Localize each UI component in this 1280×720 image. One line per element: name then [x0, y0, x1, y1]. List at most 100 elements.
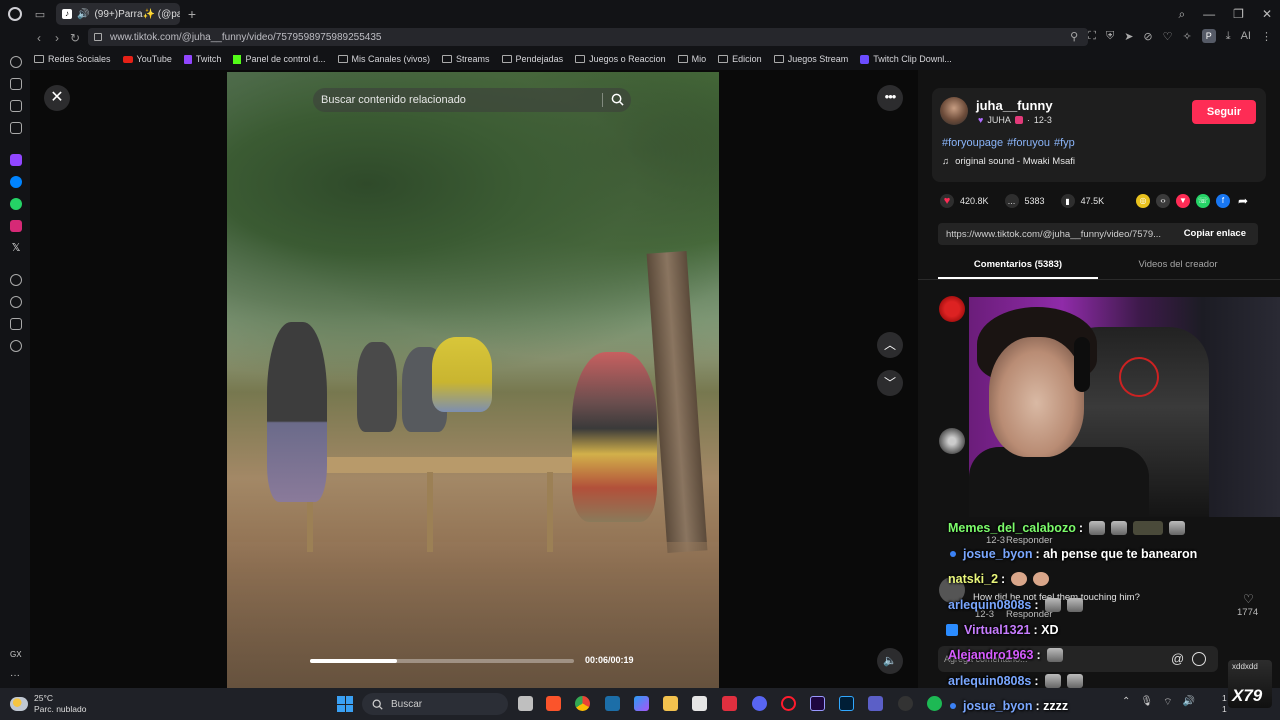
- sound-row[interactable]: ♫ original sound - Mwaki Msafi: [942, 156, 1075, 167]
- facebook-share-icon[interactable]: f: [1216, 194, 1230, 208]
- commenter-avatar[interactable]: [939, 428, 965, 454]
- twitch-sidebar-icon[interactable]: [10, 154, 22, 166]
- next-video-button[interactable]: ﹀: [877, 370, 903, 396]
- comment-icon[interactable]: …: [1004, 194, 1019, 208]
- comment-reply[interactable]: Responder: [1006, 535, 1052, 546]
- hashtag-link[interactable]: #fyp: [1054, 137, 1075, 149]
- bookmark-panel-control[interactable]: Panel de control d...: [233, 54, 326, 64]
- hashtag-link[interactable]: #foryoupage: [942, 137, 1003, 149]
- menu-icon[interactable]: ⋮: [1261, 30, 1272, 43]
- speaker-icon[interactable]: 🔊: [1183, 696, 1195, 709]
- adblock-icon[interactable]: ⊘: [1143, 30, 1152, 43]
- brave-icon[interactable]: [546, 696, 561, 711]
- copilot-icon[interactable]: [634, 696, 649, 711]
- creator-avatar[interactable]: [940, 97, 968, 125]
- store-icon[interactable]: [692, 696, 707, 711]
- bookmark-mis-canales[interactable]: Mis Canales (vivos): [337, 54, 430, 64]
- minimize-icon[interactable]: —: [1203, 7, 1215, 21]
- m-icon[interactable]: [10, 122, 22, 134]
- video-progress-bar[interactable]: [310, 659, 574, 663]
- pin-icon[interactable]: ⚲: [1070, 30, 1078, 43]
- send-icon[interactable]: ➤: [1124, 30, 1133, 43]
- extensions-sidebar-icon[interactable]: [10, 318, 22, 330]
- obs-icon[interactable]: [898, 696, 913, 711]
- embed-icon[interactable]: ‹›: [1156, 194, 1170, 208]
- search-tabs-icon[interactable]: ⌕: [1178, 7, 1185, 22]
- gx-icon[interactable]: GX: [10, 650, 26, 662]
- coin-icon[interactable]: ◎: [1136, 194, 1150, 208]
- gaming-icon[interactable]: [10, 78, 22, 90]
- shield-icon[interactable]: ⛨: [1106, 30, 1114, 43]
- copy-link-button[interactable]: Copiar enlace: [1184, 228, 1246, 239]
- bookmark-mio[interactable]: Mio: [677, 54, 706, 64]
- creator-username[interactable]: juha__funny: [976, 98, 1053, 113]
- chevron-up-icon[interactable]: ⌃: [1122, 696, 1130, 709]
- send-to-friends-icon[interactable]: ▼: [1176, 194, 1190, 208]
- whatsapp-share-icon[interactable]: ☏: [1196, 194, 1210, 208]
- teams-icon[interactable]: [868, 696, 883, 711]
- ai-button[interactable]: AI: [1241, 30, 1251, 42]
- close-video-button[interactable]: ✕: [44, 85, 70, 111]
- app-icon[interactable]: [722, 696, 737, 711]
- x-icon[interactable]: 𝕏: [10, 242, 22, 254]
- download-icon[interactable]: ⤓: [1226, 30, 1231, 43]
- settings-icon[interactable]: [10, 340, 22, 352]
- sidebar-more-icon[interactable]: ···: [10, 670, 22, 682]
- comment-like-icon[interactable]: ♡: [1243, 592, 1254, 606]
- aria-icon[interactable]: [10, 56, 22, 68]
- volume-button[interactable]: 🔈: [877, 648, 903, 674]
- tab-manager-icon[interactable]: ▭: [30, 0, 50, 28]
- vegas-icon[interactable]: [605, 696, 620, 711]
- bookmark-streams[interactable]: Streams: [442, 54, 490, 64]
- bookmark-juegos-stream[interactable]: Juegos Stream: [773, 54, 848, 64]
- video-player[interactable]: [227, 72, 719, 688]
- extensions-icon[interactable]: ✧: [1183, 30, 1192, 43]
- tab-tiktok[interactable]: ♪ 🔊 (99+)Parra✨ (@parra: [56, 3, 180, 25]
- like-icon[interactable]: ♥: [940, 194, 954, 208]
- bookmark-twitch-clip[interactable]: Twitch Clip Downl...: [860, 54, 952, 64]
- reload-icon[interactable]: ↻: [66, 31, 84, 45]
- profile-avatar[interactable]: P: [1201, 29, 1216, 43]
- photoshop-icon[interactable]: [839, 696, 854, 711]
- opera-menu-icon[interactable]: [0, 0, 30, 28]
- taskbar-search[interactable]: Buscar: [362, 693, 508, 715]
- twitter-feed-icon[interactable]: [10, 100, 22, 112]
- bookmark-pendejadas[interactable]: Pendejadas: [501, 54, 563, 64]
- url-field[interactable]: www.tiktok.com/@juha__funny/video/757959…: [88, 28, 1088, 46]
- bookmark-heart-icon[interactable]: ♡: [1163, 30, 1173, 43]
- emoji-icon[interactable]: [1192, 652, 1206, 666]
- more-options-button[interactable]: •••: [877, 85, 903, 111]
- weather-widget[interactable]: 25°C Parc. nublado: [10, 693, 86, 715]
- mic-icon[interactable]: 🎙: [1140, 696, 1153, 709]
- task-view-icon[interactable]: [518, 696, 533, 711]
- previous-video-button[interactable]: ︿: [877, 332, 903, 358]
- related-search-bar[interactable]: Buscar contenido relacionado: [313, 88, 631, 112]
- chrome-icon[interactable]: [575, 696, 590, 711]
- tab-creator-videos[interactable]: Videos del creador: [1098, 257, 1258, 279]
- mention-icon[interactable]: @: [1171, 651, 1184, 666]
- history-icon[interactable]: [10, 296, 22, 308]
- discord-icon[interactable]: [752, 696, 767, 711]
- bookmark-edicion[interactable]: Edicion: [718, 54, 762, 64]
- follow-button[interactable]: Seguir: [1192, 100, 1256, 124]
- taskbar-clock[interactable]: 1 1: [1222, 693, 1227, 715]
- snapshot-icon[interactable]: ⛶: [1088, 30, 1096, 43]
- bookmark-icon[interactable]: ▮: [1060, 194, 1075, 208]
- search-icon[interactable]: [611, 93, 624, 106]
- premiere-icon[interactable]: [810, 696, 825, 711]
- bookmark-twitch[interactable]: Twitch: [183, 54, 221, 64]
- tab-comments[interactable]: Comentarios (5383): [938, 257, 1098, 279]
- instagram-icon[interactable]: [10, 220, 22, 232]
- opera-gx-icon[interactable]: [781, 696, 796, 711]
- forward-icon[interactable]: ›: [48, 31, 66, 45]
- player-icon[interactable]: [10, 274, 22, 286]
- share-arrow-icon[interactable]: ➦: [1236, 194, 1250, 208]
- start-button[interactable]: [337, 696, 353, 712]
- close-window-icon[interactable]: ✕: [1262, 7, 1272, 21]
- whatsapp-icon[interactable]: [10, 198, 22, 210]
- bookmark-redes-sociales[interactable]: Redes Sociales: [34, 54, 111, 64]
- back-icon[interactable]: ‹: [30, 31, 48, 45]
- commenter-avatar[interactable]: [939, 296, 965, 322]
- spotify-icon[interactable]: [927, 696, 942, 711]
- bookmark-youtube[interactable]: YouTube: [122, 54, 172, 64]
